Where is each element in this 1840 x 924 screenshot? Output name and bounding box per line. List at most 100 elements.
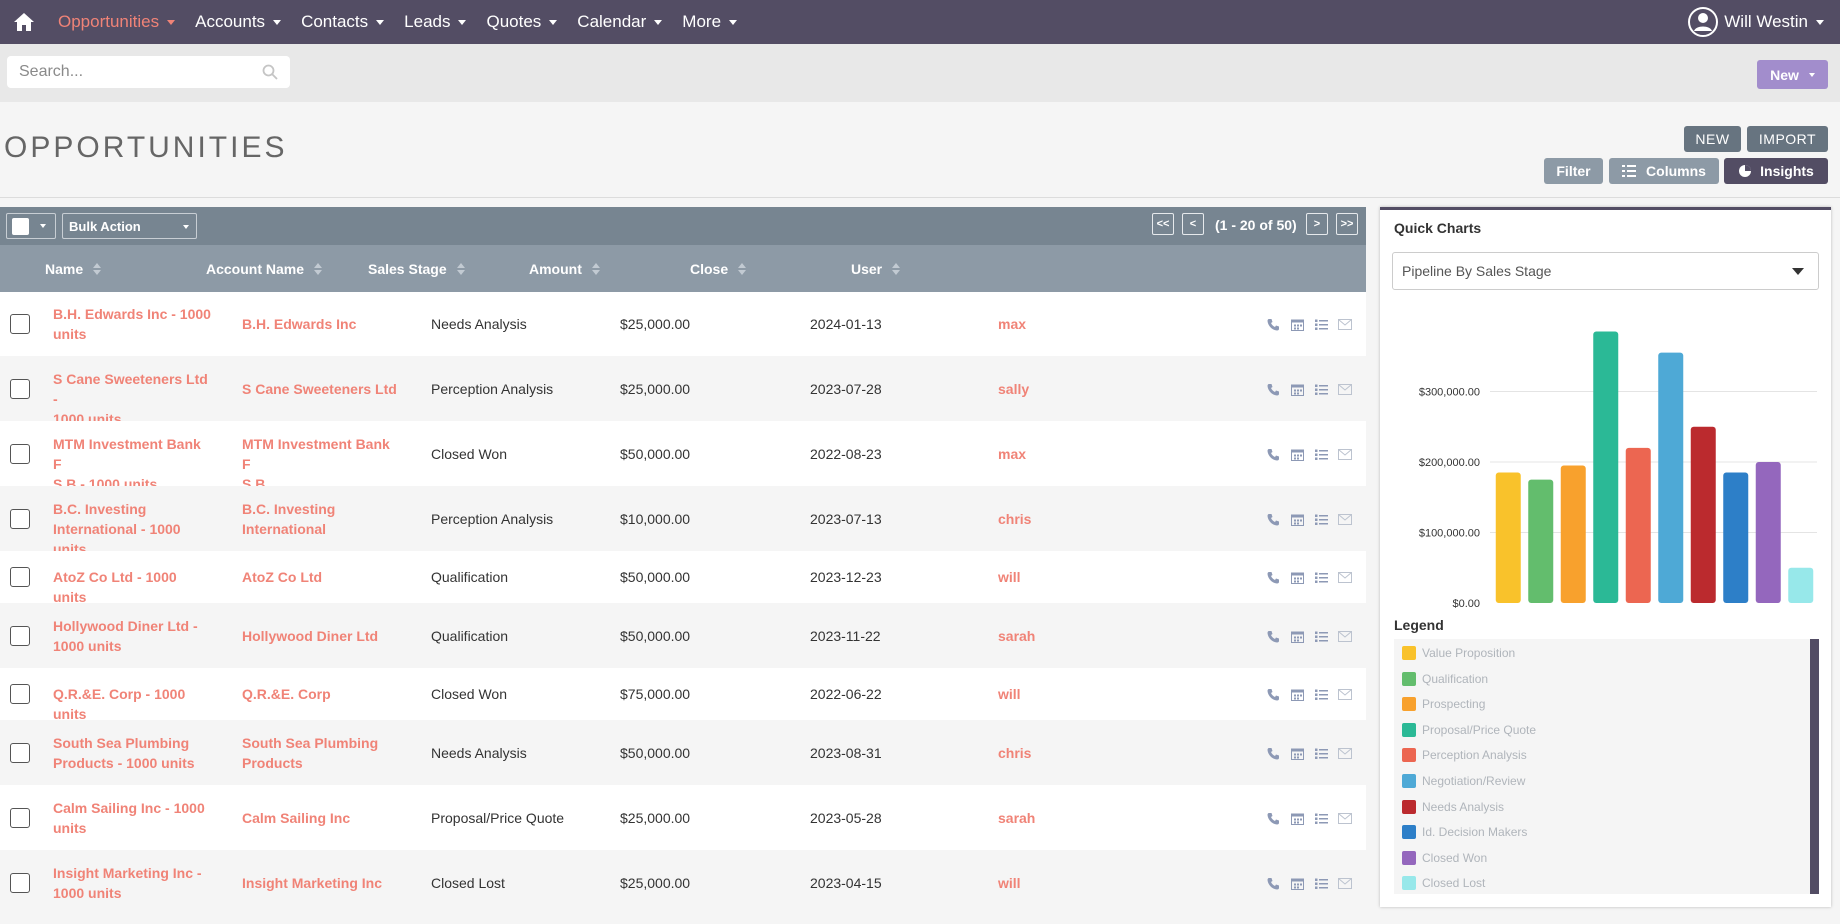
bar-value-proposition[interactable]: [1495, 472, 1521, 603]
new-button[interactable]: NEW: [1684, 126, 1741, 152]
phone-icon[interactable]: [1266, 746, 1280, 760]
row-checkbox[interactable]: [10, 509, 30, 529]
bar-qualification[interactable]: [1528, 479, 1554, 603]
sort-icon[interactable]: [591, 262, 600, 275]
column-header-sales-stage[interactable]: Sales Stage: [368, 245, 465, 292]
opportunity-name-link[interactable]: B.C. Investing International - 1000 units: [53, 499, 213, 559]
row-checkbox[interactable]: [10, 743, 30, 763]
account-name-link[interactable]: South Sea Plumbing Products: [242, 733, 402, 773]
list-icon[interactable]: [1314, 512, 1328, 526]
row-checkbox[interactable]: [10, 379, 30, 399]
filter-button[interactable]: Filter: [1544, 158, 1603, 184]
row-checkbox[interactable]: [10, 444, 30, 464]
nav-item-calendar[interactable]: Calendar: [567, 0, 672, 44]
column-header-amount[interactable]: Amount: [529, 245, 600, 292]
assigned-user-link[interactable]: will: [998, 873, 1021, 893]
list-icon[interactable]: [1314, 629, 1328, 643]
nav-item-opportunities[interactable]: Opportunities: [48, 0, 185, 44]
opportunity-name-link[interactable]: MTM Investment Bank FS B - 1000 units: [53, 434, 213, 494]
bar-proposal-price-quote[interactable]: [1593, 331, 1619, 603]
columns-button[interactable]: Columns: [1609, 158, 1719, 184]
phone-icon[interactable]: [1266, 570, 1280, 584]
list-icon[interactable]: [1314, 687, 1328, 701]
assigned-user-link[interactable]: sarah: [998, 626, 1035, 646]
sort-icon[interactable]: [738, 262, 747, 275]
account-name-link[interactable]: AtoZ Co Ltd: [242, 567, 402, 587]
nav-item-contacts[interactable]: Contacts: [291, 0, 394, 44]
calendar-icon[interactable]: [1290, 317, 1304, 331]
account-name-link[interactable]: S Cane Sweeteners Ltd: [242, 379, 402, 399]
assigned-user-link[interactable]: sally: [998, 379, 1029, 399]
list-icon[interactable]: [1314, 570, 1328, 584]
calendar-icon[interactable]: [1290, 447, 1304, 461]
bar-prospecting[interactable]: [1560, 465, 1586, 604]
assigned-user-link[interactable]: chris: [998, 509, 1031, 529]
phone-icon[interactable]: [1266, 317, 1280, 331]
bar-id-decision-makers[interactable]: [1723, 472, 1749, 603]
opportunity-name-link[interactable]: Calm Sailing Inc - 1000 units: [53, 798, 213, 838]
legend-item-id-decision-makers[interactable]: Id. Decision Makers: [1402, 824, 1527, 840]
nav-item-leads[interactable]: Leads: [394, 0, 476, 44]
row-checkbox[interactable]: [10, 567, 30, 587]
list-icon[interactable]: [1314, 876, 1328, 890]
envelope-icon[interactable]: [1338, 876, 1352, 890]
row-checkbox[interactable]: [10, 873, 30, 893]
phone-icon[interactable]: [1266, 687, 1280, 701]
column-header-close[interactable]: Close: [690, 245, 747, 292]
next-page-button[interactable]: >: [1306, 213, 1328, 235]
calendar-icon[interactable]: [1290, 811, 1304, 825]
legend-item-needs-analysis[interactable]: Needs Analysis: [1402, 799, 1504, 815]
phone-icon[interactable]: [1266, 382, 1280, 396]
sort-icon[interactable]: [314, 262, 323, 275]
list-icon[interactable]: [1314, 811, 1328, 825]
bar-negotiation-review[interactable]: [1658, 352, 1684, 603]
account-name-link[interactable]: Q.R.&E. Corp: [242, 684, 402, 704]
assigned-user-link[interactable]: will: [998, 567, 1021, 587]
account-name-link[interactable]: B.C. Investing International: [242, 499, 402, 539]
phone-icon[interactable]: [1266, 811, 1280, 825]
calendar-icon[interactable]: [1290, 687, 1304, 701]
chart-type-select[interactable]: Pipeline By Sales Stage: [1392, 252, 1819, 290]
user-menu[interactable]: Will Westin: [1688, 0, 1824, 44]
phone-icon[interactable]: [1266, 876, 1280, 890]
previous-page-button[interactable]: <: [1182, 213, 1204, 235]
phone-icon[interactable]: [1266, 629, 1280, 643]
search-icon[interactable]: [262, 64, 278, 80]
assigned-user-link[interactable]: max: [998, 444, 1026, 464]
nav-item-accounts[interactable]: Accounts: [185, 0, 291, 44]
calendar-icon[interactable]: [1290, 629, 1304, 643]
row-checkbox[interactable]: [10, 684, 30, 704]
bar-needs-analysis[interactable]: [1690, 426, 1716, 603]
assigned-user-link[interactable]: max: [998, 314, 1026, 334]
sort-icon[interactable]: [892, 262, 901, 275]
account-name-link[interactable]: B.H. Edwards Inc: [242, 314, 402, 334]
opportunity-name-link[interactable]: Insight Marketing Inc - 1000 units: [53, 863, 213, 903]
legend-item-closed-lost[interactable]: Closed Lost: [1402, 875, 1485, 891]
envelope-icon[interactable]: [1338, 317, 1352, 331]
opportunity-name-link[interactable]: Hollywood Diner Ltd - 1000 units: [53, 616, 213, 656]
assigned-user-link[interactable]: sarah: [998, 808, 1035, 828]
select-all-dropdown[interactable]: [6, 213, 56, 239]
legend-item-value-proposition[interactable]: Value Proposition: [1402, 645, 1515, 661]
legend-item-negotiation-review[interactable]: Negotiation/Review: [1402, 773, 1525, 789]
envelope-icon[interactable]: [1338, 570, 1352, 584]
import-button[interactable]: IMPORT: [1747, 126, 1828, 152]
column-header-name[interactable]: Name: [45, 245, 102, 292]
assigned-user-link[interactable]: will: [998, 684, 1021, 704]
column-header-account-name[interactable]: Account Name: [206, 245, 323, 292]
opportunity-name-link[interactable]: Q.R.&E. Corp - 1000 units: [53, 684, 213, 724]
opportunity-name-link[interactable]: South Sea Plumbing Products - 1000 units: [53, 733, 213, 773]
account-name-link[interactable]: MTM Investment Bank FS B: [242, 434, 402, 494]
envelope-icon[interactable]: [1338, 629, 1352, 643]
calendar-icon[interactable]: [1290, 746, 1304, 760]
opportunity-name-link[interactable]: AtoZ Co Ltd - 1000 units: [53, 567, 213, 607]
first-page-button[interactable]: <<: [1152, 213, 1174, 235]
envelope-icon[interactable]: [1338, 687, 1352, 701]
column-header-user[interactable]: User: [851, 245, 901, 292]
list-icon[interactable]: [1314, 382, 1328, 396]
insights-button[interactable]: Insights: [1724, 158, 1828, 184]
list-icon[interactable]: [1314, 317, 1328, 331]
legend-item-closed-won[interactable]: Closed Won: [1402, 850, 1487, 866]
legend-item-qualification[interactable]: Qualification: [1402, 671, 1488, 687]
legend-item-proposal-price-quote[interactable]: Proposal/Price Quote: [1402, 722, 1536, 738]
